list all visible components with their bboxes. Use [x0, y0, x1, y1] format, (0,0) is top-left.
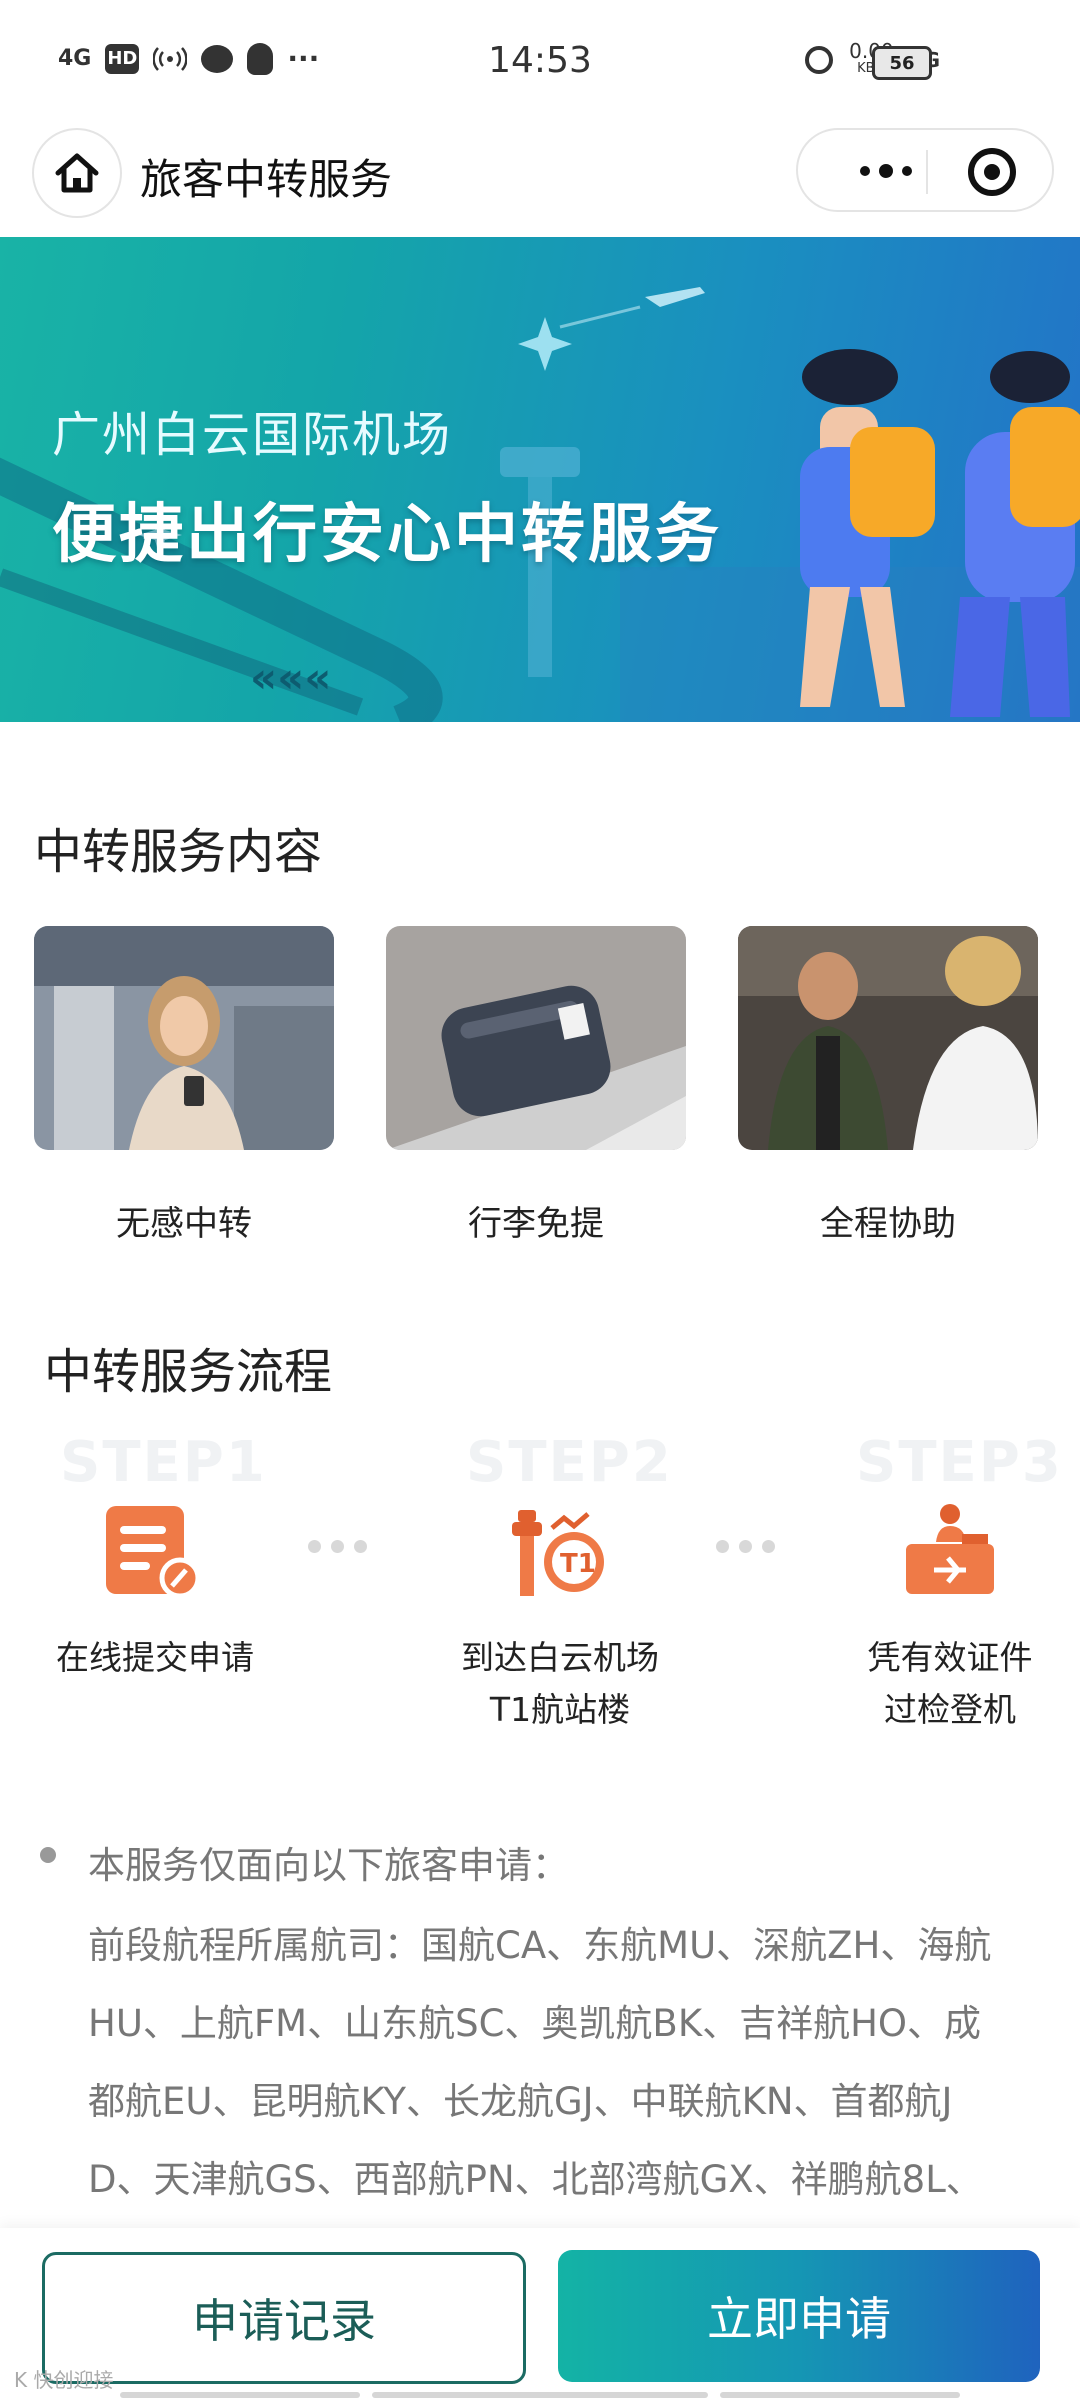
page-title: 旅客中转服务 [140, 155, 393, 204]
airport-terminal-icon: T1 [512, 1510, 604, 1596]
process-section-title: 中转服务流程 [44, 1344, 333, 1400]
airline-list-line: HU、上航FM、山东航SC、奥凯航BK、吉祥航HO、成 [88, 2002, 982, 2045]
step-watermark: STEP3 [856, 1430, 1063, 1495]
capsule-menu [796, 128, 1054, 212]
service-card-seamless[interactable]: 无感中转 [34, 926, 334, 1244]
service-label: 行李免提 [468, 1204, 604, 1244]
banner-subtitle: 广州白云国际机场 [52, 407, 453, 463]
application-records-button[interactable]: 申请记录 [42, 2252, 526, 2384]
services-section-title: 中转服务内容 [34, 824, 323, 880]
airline-list-line: 前段航程所属航司：国航CA、东航MU、深航ZH、海航 [88, 1924, 992, 1967]
watermark: K 快创迎接 [14, 2368, 114, 2392]
banner-illustration: ««« [0, 287, 1080, 722]
airline-list-line: 都航EU、昆明航KY、长龙航GJ、中联航KN、首都航J [88, 2080, 953, 2123]
mini-program-nav: 旅客中转服务 [0, 128, 1080, 220]
service-label: 无感中转 [116, 1204, 252, 1244]
home-icon [55, 153, 99, 193]
gesture-bar [372, 2392, 708, 2398]
battery-icon: 56 [872, 46, 932, 80]
step-1-label: 在线提交申请 [56, 1638, 254, 1677]
step-connector [308, 1540, 367, 1553]
status-bar: 4G HD ··· 14:53 0.00 KB/s 4G 56 [0, 0, 1080, 120]
boarding-checkin-icon [906, 1504, 994, 1594]
gesture-bar [720, 2392, 960, 2398]
service-card-assist[interactable]: 全程协助 [738, 926, 1038, 1244]
banner-headline: 便捷出行安心中转服务 [52, 498, 722, 572]
service-image [34, 926, 334, 1150]
service-image [738, 926, 1038, 1150]
service-image [386, 926, 686, 1150]
close-mini-program-button[interactable] [968, 148, 1016, 196]
step-connector [716, 1540, 775, 1553]
hero-banner: ««« 广州白云国际机场 便捷出行安心中转服务 [0, 237, 1080, 722]
step-2-label: 到达白云机场 T1航站楼 [461, 1638, 659, 1729]
alarm-icon [805, 46, 834, 74]
eligibility-heading: 本服务仅面向以下旅客申请： [88, 1844, 569, 1887]
application-form-icon [106, 1506, 201, 1599]
step-watermark: STEP2 [466, 1430, 673, 1495]
service-card-baggage[interactable]: 行李免提 [386, 926, 686, 1244]
capsule-divider [926, 150, 928, 194]
home-button[interactable] [32, 128, 122, 218]
step-3-label: 凭有效证件 过检登机 [867, 1638, 1033, 1729]
bottom-action-bar: 申请记录 立即申请 [0, 2228, 1080, 2400]
step-watermark: STEP1 [60, 1430, 267, 1495]
more-button[interactable] [836, 156, 936, 186]
apply-now-button[interactable]: 立即申请 [558, 2250, 1040, 2382]
gesture-bar [120, 2392, 360, 2398]
note-bullet [40, 1847, 56, 1863]
service-label: 全程协助 [820, 1204, 956, 1244]
airline-list-line: D、天津航GS、西部航PN、北部湾航GX、祥鹏航8L、 [88, 2158, 983, 2201]
svg-text:T1: T1 [560, 1549, 596, 1579]
svg-text:«««: ««« [250, 653, 331, 702]
